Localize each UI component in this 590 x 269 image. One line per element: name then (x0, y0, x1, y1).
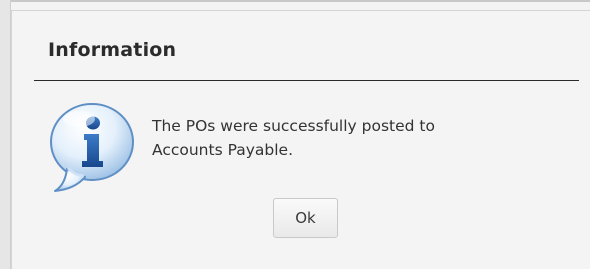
title-divider (34, 80, 579, 81)
info-icon (47, 101, 137, 195)
dialog-title: Information (48, 39, 177, 61)
dialog-message: The POs were successfully posted to Acco… (152, 114, 572, 162)
ok-button[interactable]: Ok (273, 198, 338, 238)
backdrop-left-strip (0, 0, 11, 269)
message-line-2: Accounts Payable. (152, 141, 294, 159)
message-line-1: The POs were successfully posted to (152, 117, 435, 135)
information-dialog: Information The POs were successfully po… (11, 10, 590, 269)
backdrop-top-border (0, 0, 590, 2)
